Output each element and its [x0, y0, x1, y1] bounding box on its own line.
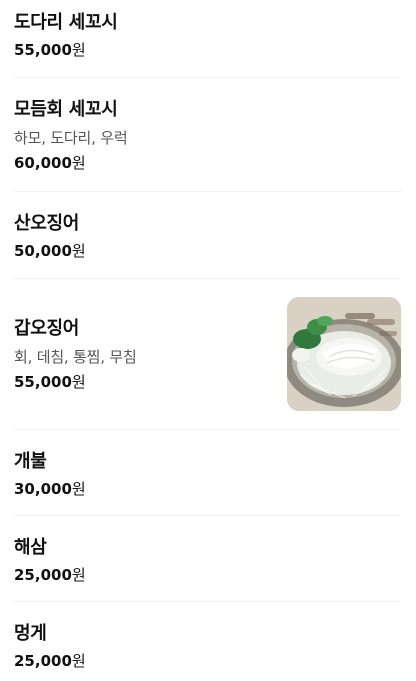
menu-item-haesam[interactable]: 해삼 25,000원 — [14, 516, 401, 602]
menu-item-price: 55,000원 — [14, 41, 86, 59]
menu-item-name: 도다리 세꼬시 — [14, 12, 118, 33]
menu-item-name: 갑오징어 — [14, 318, 80, 339]
menu-item-price: 30,000원 — [14, 480, 86, 498]
menu-item-meongge[interactable]: 멍게 25,000원 — [14, 602, 401, 681]
menu-item-name: 개불 — [14, 451, 47, 472]
menu-item-description: 회, 데침, 통찜, 무침 — [14, 348, 137, 366]
menu-item-price: 25,000원 — [14, 652, 86, 670]
menu-item-name: 모듬회 세꼬시 — [14, 99, 118, 120]
menu-item-price: 50,000원 — [14, 242, 86, 260]
menu-item-modeumhoe-sekkosi[interactable]: 모듬회 세꼬시 하모, 도다리, 우럭 60,000원 — [14, 78, 401, 192]
menu-item-san-ojingeo[interactable]: 산오징어 50,000원 — [14, 192, 401, 279]
menu-item-name: 해삼 — [14, 537, 47, 558]
menu-item-description: 하모, 도다리, 우럭 — [14, 129, 128, 147]
menu-item-price: 60,000원 — [14, 154, 86, 172]
menu-list: 도다리 세꼬시 55,000원 모듬회 세꼬시 하모, 도다리, 우럭 60,0… — [0, 0, 416, 681]
squid-sashimi-photo[interactable] — [287, 297, 401, 411]
menu-item-name: 산오징어 — [14, 213, 80, 234]
menu-item-price: 55,000원 — [14, 373, 86, 391]
menu-item-price: 25,000원 — [14, 566, 86, 584]
squid-sashimi-photo-graphic — [287, 297, 401, 411]
menu-item-gap-ojingeo[interactable]: 갑오징어 회, 데침, 통찜, 무침 55,000원 — [14, 279, 401, 430]
menu-item-dodari-sekkosi[interactable]: 도다리 세꼬시 55,000원 — [14, 0, 401, 78]
menu-item-name: 멍게 — [14, 623, 47, 644]
menu-item-gaebul[interactable]: 개불 30,000원 — [14, 430, 401, 516]
